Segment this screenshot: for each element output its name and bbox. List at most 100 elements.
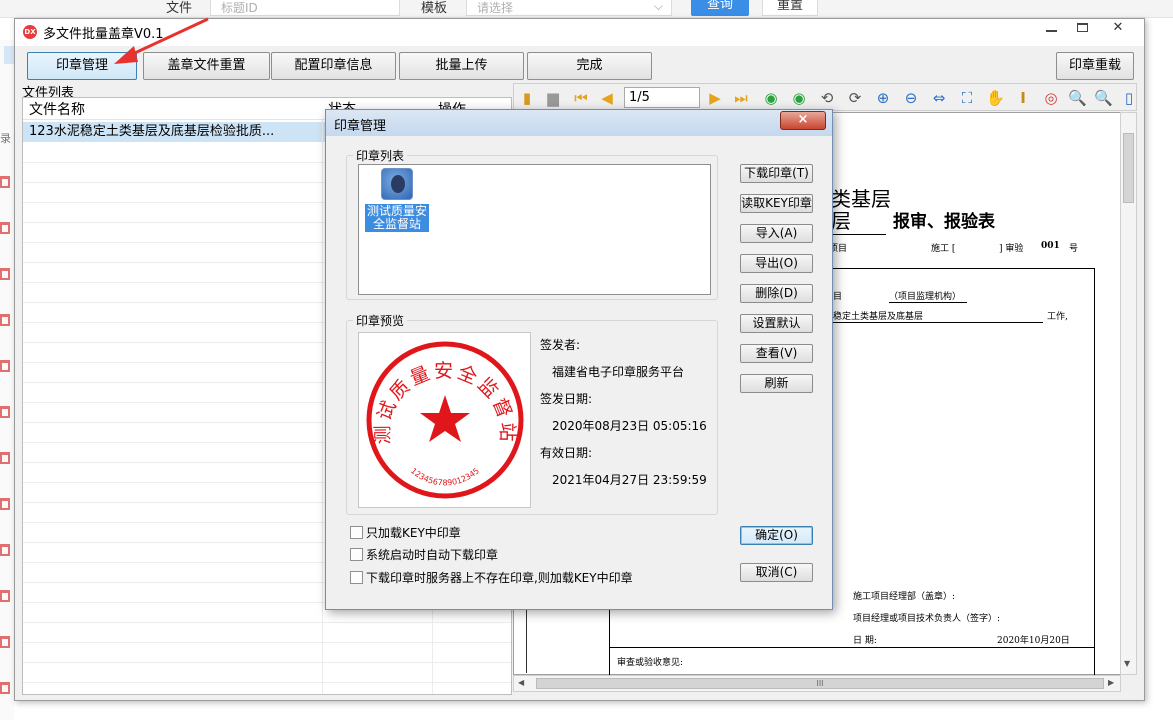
doc-review-label: 审查或验收意见: — [617, 658, 684, 668]
issuer-label: 签发者: — [540, 338, 581, 352]
page-number-input[interactable]: 1/5 — [624, 87, 700, 108]
seal-stamp-icon: 测试质量安全监督站 123456789012345 — [366, 341, 524, 499]
scrollbar-thumb[interactable]: III — [536, 678, 1104, 689]
bg-reset-button[interactable]: 重置 — [762, 0, 818, 16]
zoom-out-icon[interactable]: 🔍 — [1094, 89, 1113, 107]
first-page-icon[interactable]: ⏮ — [572, 89, 590, 107]
refresh-button[interactable]: 刷新 — [740, 374, 813, 393]
column-header-name[interactable]: 文件名称 — [29, 99, 85, 119]
checkbox-label: 系统启动时自动下载印章 — [366, 548, 499, 562]
bg-template-placeholder: 请选择 — [477, 1, 514, 15]
trash-icon[interactable] — [0, 590, 10, 602]
prev-page-icon[interactable]: ◀ — [598, 89, 616, 107]
scroll-down-icon[interactable]: ▼ — [1124, 659, 1130, 668]
config-seal-info-button[interactable]: 配置印章信息 — [271, 52, 396, 80]
fit-page-icon[interactable]: ⛶ — [958, 89, 976, 107]
bg-title-input[interactable]: 标题ID — [210, 0, 400, 16]
horizontal-scrollbar[interactable]: ◀ III ▶ — [513, 675, 1121, 692]
seal-item-label[interactable]: 测试质量安全监督站 — [365, 204, 429, 232]
close-button[interactable]: ✕ — [1098, 19, 1138, 39]
trash-icon[interactable] — [0, 176, 10, 188]
export-button[interactable]: 导出(O) — [740, 254, 813, 273]
zoom-in-small-icon[interactable]: ⊕ — [874, 89, 892, 107]
expire-date-label: 有效日期: — [540, 446, 593, 460]
import-button[interactable]: 导入(A) — [740, 224, 813, 243]
download-seal-button[interactable]: 下载印章(T) — [740, 164, 813, 183]
glasses-icon[interactable]: ◎ — [1042, 89, 1060, 107]
doc-sign-person: 项目经理或项目技术负责人（签字）: — [853, 614, 1001, 624]
trash-icon[interactable] — [0, 452, 10, 464]
trash-icon[interactable] — [0, 360, 10, 372]
trash-icon[interactable] — [0, 222, 10, 234]
annotation-arrow-icon — [114, 17, 209, 64]
doc-content-suffix: 工作, — [1047, 312, 1068, 322]
scroll-right-icon[interactable]: ▶ — [1108, 678, 1114, 687]
trash-icon[interactable] — [0, 268, 10, 280]
checkbox[interactable] — [350, 526, 363, 539]
dialog-title: 印章管理 — [334, 119, 387, 134]
row-divider — [23, 682, 511, 683]
viewer-toolbar: ▮ ▆ ⏮ ◀ 1/5 ▶ ⏭ ◉ ◉ ⟲ ⟳ ⊕ ⊖ ⇔ ⛶ ✋ I ◎ 🔍 … — [513, 83, 1137, 111]
doc-org-prefix: 目 — [833, 292, 843, 302]
finish-button[interactable]: 完成 — [527, 52, 652, 80]
seal-item-icon[interactable] — [381, 168, 413, 200]
batch-upload-button[interactable]: 批量上传 — [399, 52, 524, 80]
zoom-in-icon[interactable]: 🔍 — [1068, 89, 1087, 107]
seal-preview-title: 印章预览 — [353, 312, 408, 329]
view-button[interactable]: 查看(V) — [740, 344, 813, 363]
trash-icon[interactable] — [0, 406, 10, 418]
dialog-titlebar[interactable]: 印章管理 × — [326, 110, 832, 136]
trash-icon[interactable] — [0, 682, 10, 694]
bg-left-tab[interactable] — [4, 46, 14, 64]
rotate-right-icon[interactable]: ⟳ — [846, 89, 864, 107]
dialog-close-button[interactable]: × — [780, 111, 826, 130]
seal-list[interactable]: 测试质量安全监督站 — [358, 164, 711, 295]
doc-date-label: 日 期: — [853, 636, 877, 646]
forward-icon[interactable]: ◉ — [790, 89, 808, 107]
fallback-key-checkbox-row[interactable]: 下载印章时服务器上不存在印章,则加载KEY中印章 — [350, 569, 633, 586]
only-key-checkbox-row[interactable]: 只加载KEY中印章 — [350, 524, 461, 541]
scrollbar-thumb[interactable] — [1123, 133, 1134, 203]
trash-icon[interactable] — [0, 544, 10, 556]
read-key-seal-button[interactable]: 读取KEY印章 — [740, 194, 813, 213]
row-divider — [23, 642, 511, 643]
rotate-left-icon[interactable]: ⟲ — [818, 89, 836, 107]
issuer-value: 福建省电子印章服务平台 — [552, 365, 685, 379]
doc-org: （项目监理机构） — [889, 289, 968, 303]
hand-tool-icon[interactable]: ✋ — [986, 89, 1005, 107]
ok-button[interactable]: 确定(O) — [740, 526, 813, 545]
bg-query-button[interactable]: 查询 — [691, 0, 749, 16]
issue-date-value: 2020年08月23日 05:05:16 — [552, 419, 707, 433]
text-select-icon[interactable]: I — [1014, 89, 1032, 107]
print-icon[interactable]: ▆ — [544, 89, 562, 107]
trash-icon[interactable] — [0, 314, 10, 326]
auto-download-checkbox-row[interactable]: 系统启动时自动下载印章 — [350, 546, 498, 563]
bg-template-select[interactable]: 请选择 ⌵ — [466, 0, 672, 16]
more-icon[interactable]: ▯ — [1120, 89, 1138, 107]
row-divider — [23, 622, 511, 623]
zoom-out-small-icon[interactable]: ⊖ — [902, 89, 920, 107]
minimize-button[interactable] — [1036, 19, 1066, 39]
next-page-icon[interactable]: ▶ — [706, 89, 724, 107]
maximize-button[interactable] — [1067, 19, 1097, 39]
maximize-icon — [1076, 23, 1088, 32]
checkbox[interactable] — [350, 548, 363, 561]
delete-button[interactable]: 删除(D) — [740, 284, 813, 303]
last-page-icon[interactable]: ⏭ — [732, 89, 750, 107]
trash-icon[interactable] — [0, 498, 10, 510]
trash-icon[interactable] — [0, 636, 10, 648]
doc-number-unit: 号 — [1069, 244, 1079, 254]
fit-width-icon[interactable]: ⇔ — [930, 89, 948, 107]
seal-list-title: 印章列表 — [353, 147, 408, 164]
scroll-left-icon[interactable]: ◀ — [518, 678, 524, 687]
set-default-button[interactable]: 设置默认 — [740, 314, 813, 333]
back-icon[interactable]: ◉ — [762, 89, 780, 107]
vertical-scrollbar[interactable]: ▼ — [1120, 112, 1137, 675]
checkbox[interactable] — [350, 571, 363, 584]
cancel-button[interactable]: 取消(C) — [740, 563, 813, 582]
bookmark-icon[interactable]: ▮ — [518, 89, 536, 107]
doc-content: 稳定土类基层及底基层 — [833, 309, 1043, 323]
seal-reload-button[interactable]: 印章重载 — [1056, 52, 1134, 80]
checkbox-label: 下载印章时服务器上不存在印章,则加载KEY中印章 — [366, 571, 633, 585]
svg-text:123456789012345: 123456789012345 — [409, 466, 481, 487]
